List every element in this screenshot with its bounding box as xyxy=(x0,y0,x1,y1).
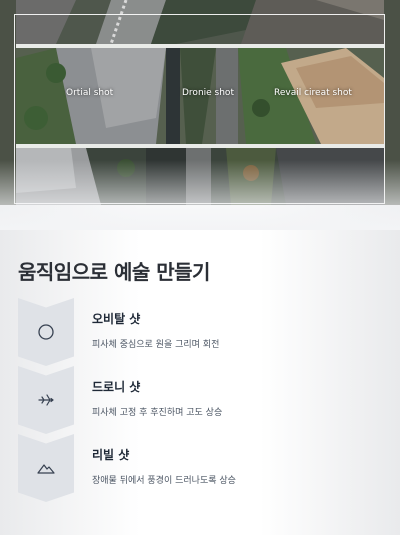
image-fade xyxy=(0,160,400,230)
orbital-shot-label: Ortial shot xyxy=(66,88,114,98)
airplane-icon xyxy=(38,394,54,406)
reveal-shot-label: Revail cireat shot xyxy=(274,88,352,98)
step-desc-orbital: 피사체 중심으로 원을 그리며 회전 xyxy=(92,340,220,350)
section-heading: 움직임으로 예술 만들기 xyxy=(18,260,210,284)
step-marker-dronie xyxy=(18,366,74,434)
step-marker-orbital xyxy=(18,298,74,366)
step-desc-reveal: 장애물 뒤에서 풍경이 드러나도록 상승 xyxy=(92,476,236,486)
circle-icon xyxy=(38,324,54,340)
step-title-orbital: 오비탈 샷 xyxy=(92,312,141,326)
step-title-dronie: 드로니 샷 xyxy=(92,380,141,394)
dronie-shot-label: Dronie shot xyxy=(182,88,234,98)
step-marker-reveal xyxy=(18,434,74,502)
aerial-strip-top xyxy=(16,0,384,44)
mountain-icon xyxy=(37,464,55,474)
step-desc-dronie: 피사체 고정 후 후진하며 고도 상승 xyxy=(92,408,223,418)
aerial-strip-middle: Ortial shot Dronie shot Revail cireat sh… xyxy=(16,48,384,144)
step-title-reveal: 리빌 샷 xyxy=(92,448,130,462)
